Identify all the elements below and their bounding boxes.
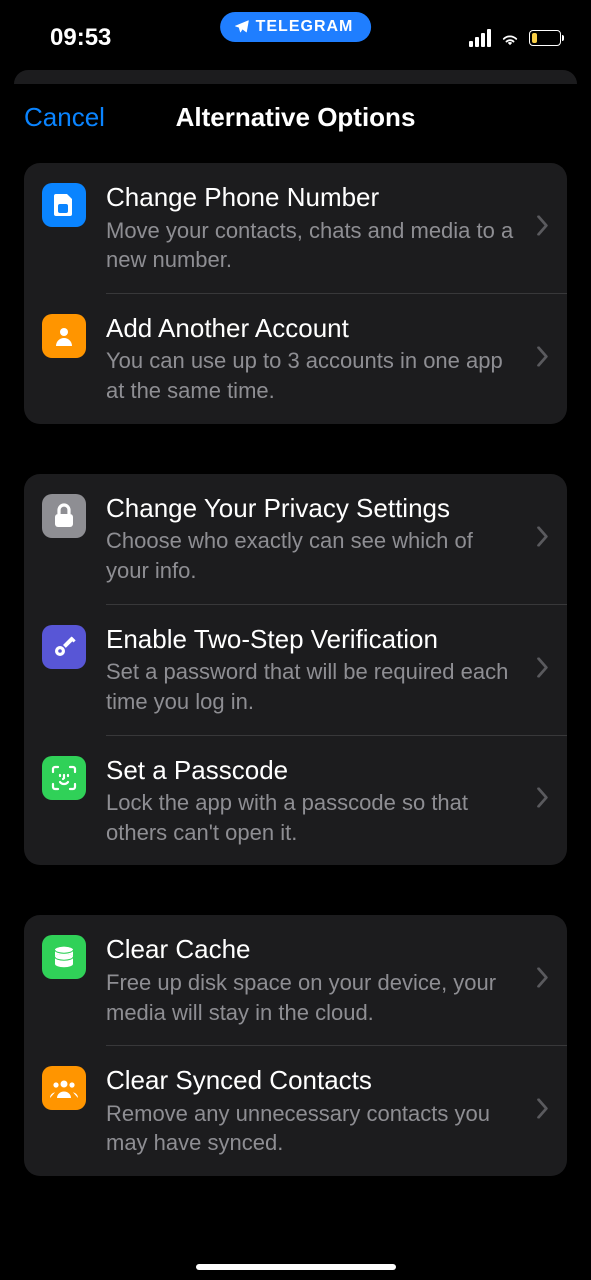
row-title: Add Another Account [106, 312, 519, 345]
person-icon [42, 314, 86, 358]
row-title: Clear Synced Contacts [106, 1064, 519, 1097]
app-pill[interactable]: TELEGRAM [220, 12, 372, 42]
row-privacy[interactable]: Change Your Privacy Settings Choose who … [24, 474, 567, 604]
section-security: Change Your Privacy Settings Choose who … [24, 474, 567, 866]
row-clear-contacts[interactable]: Clear Synced Contacts Remove any unneces… [24, 1046, 567, 1176]
chevron-right-icon [537, 657, 549, 682]
battery-icon [529, 30, 561, 46]
chevron-right-icon [537, 788, 549, 813]
cellular-icon [469, 29, 491, 47]
chevron-right-icon [537, 1099, 549, 1124]
chevron-right-icon [537, 526, 549, 551]
group-icon [42, 1066, 86, 1110]
lock-icon [42, 494, 86, 538]
row-subtitle: Move your contacts, chats and media to a… [106, 216, 519, 275]
row-subtitle: Choose who exactly can see which of your… [106, 526, 519, 585]
chevron-right-icon [537, 968, 549, 993]
sheet-handle [14, 70, 577, 84]
app-pill-label: TELEGRAM [256, 18, 354, 36]
row-subtitle: Remove any unnecessary contacts you may … [106, 1099, 519, 1158]
chevron-right-icon [537, 346, 549, 371]
row-subtitle: Lock the app with a passcode so that oth… [106, 788, 519, 847]
row-clear-cache[interactable]: Clear Cache Free up disk space on your d… [24, 915, 567, 1045]
row-subtitle: Free up disk space on your device, your … [106, 968, 519, 1027]
row-title: Set a Passcode [106, 754, 519, 787]
database-icon [42, 935, 86, 979]
wifi-icon [499, 30, 521, 46]
key-icon [42, 625, 86, 669]
row-title: Clear Cache [106, 933, 519, 966]
row-passcode[interactable]: Set a Passcode Lock the app with a passc… [24, 736, 567, 866]
row-title: Enable Two-Step Verification [106, 623, 519, 656]
row-two-step[interactable]: Enable Two-Step Verification Set a passw… [24, 605, 567, 735]
scroll-content[interactable]: Change Phone Number Move your contacts, … [0, 163, 591, 1176]
section-account: Change Phone Number Move your contacts, … [24, 163, 567, 424]
status-icons [469, 29, 561, 47]
section-storage: Clear Cache Free up disk space on your d… [24, 915, 567, 1176]
nav-bar: Cancel Alternative Options [0, 84, 591, 163]
cancel-button[interactable]: Cancel [24, 102, 105, 133]
status-time: 09:53 [50, 24, 111, 52]
row-subtitle: Set a password that will be required eac… [106, 657, 519, 716]
sim-icon [42, 183, 86, 227]
row-change-phone[interactable]: Change Phone Number Move your contacts, … [24, 163, 567, 293]
home-indicator[interactable] [196, 1264, 396, 1270]
row-subtitle: You can use up to 3 accounts in one app … [106, 346, 519, 405]
page-title: Alternative Options [176, 102, 416, 133]
row-title: Change Your Privacy Settings [106, 492, 519, 525]
status-bar: 09:53 TELEGRAM [0, 0, 591, 70]
chevron-right-icon [537, 215, 549, 240]
faceid-icon [42, 756, 86, 800]
telegram-icon [234, 19, 250, 35]
row-title: Change Phone Number [106, 181, 519, 214]
row-add-account[interactable]: Add Another Account You can use up to 3 … [24, 294, 567, 424]
